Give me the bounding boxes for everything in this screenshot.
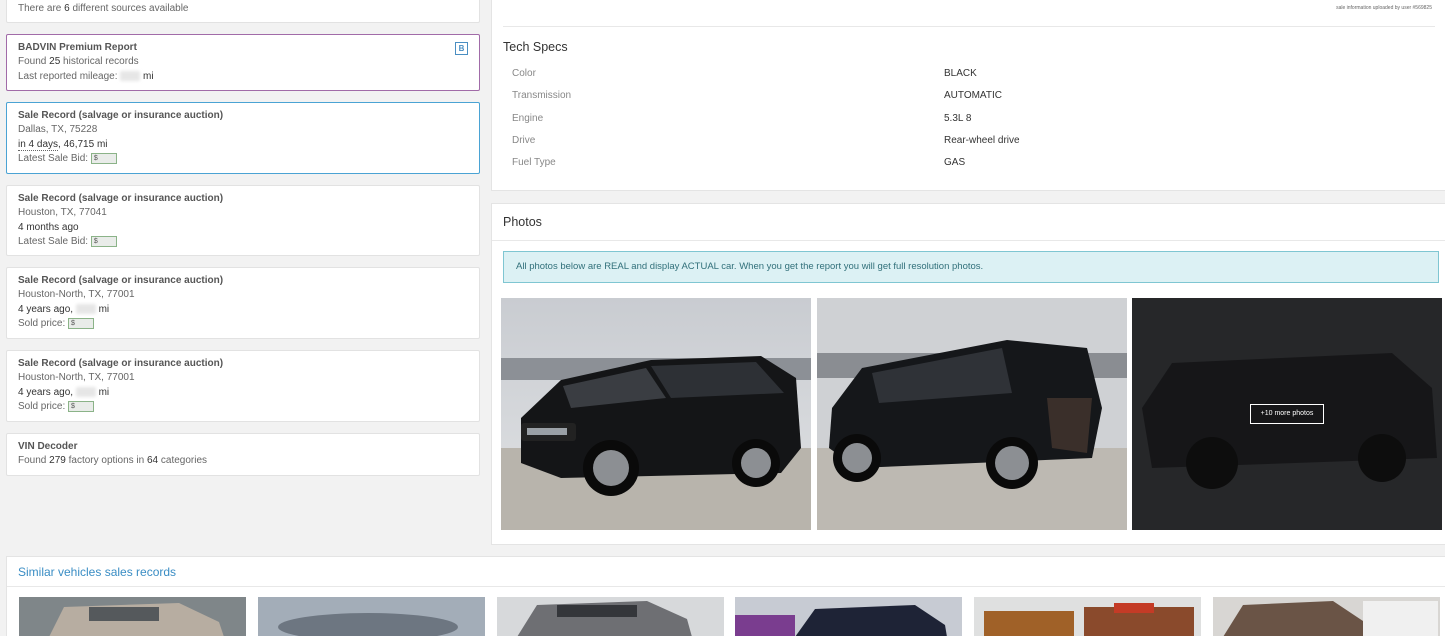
spec-value: GAS [944,157,966,168]
sale-record-card[interactable]: Sale Record (salvage or insurance auctio… [6,350,480,422]
tech-specs-panel: sale information uploaded by user #56982… [491,0,1445,191]
upload-note: sale information uploaded by user #56982… [1336,5,1432,11]
categories-count: 64 [146,455,159,467]
blurred-mileage [75,303,96,314]
similar-vehicles-title[interactable]: Similar vehicles sales records [18,565,176,579]
spec-value: Rear-wheel drive [944,135,1020,146]
sources-prefix: There are [18,3,65,14]
mileage-unit: mi [95,303,110,315]
photos-panel: Photos All photos below are REAL and dis… [491,203,1445,545]
vehicle-thumb-image [735,597,962,636]
found-prefix: Found [18,455,50,467]
record-title: Sale Record (salvage or insurance auctio… [18,110,224,121]
spec-label: Engine [512,113,544,124]
spec-value: BLACK [944,68,977,79]
car-photo-rear-image [817,298,1127,530]
options-middle: factory options in [65,455,147,467]
similar-vehicle-thumb[interactable] [497,597,724,636]
record-when: 4 years ago, [18,303,74,315]
record-title: Sale Record (salvage or insurance auctio… [18,358,224,369]
record-location: Dallas, TX, 75228 [18,124,98,136]
spec-value: 5.3L 8 [944,113,972,124]
car-photo[interactable] [817,298,1127,530]
similar-vehicles-panel: Similar vehicles sales records [6,556,1445,636]
mileage-unit: mi [140,70,154,82]
blurred-price: $ [90,152,117,164]
divider [492,240,1445,241]
similar-vehicle-thumb[interactable] [735,597,962,636]
blurred-mileage [120,70,141,81]
record-title: Sale Record (salvage or insurance auctio… [18,275,224,286]
spec-label: Transmission [512,90,572,101]
record-location: Houston-North, TX, 77001 [18,372,135,384]
spec-value: AUTOMATIC [944,90,1002,101]
record-title: Sale Record (salvage or insurance auctio… [18,193,224,204]
price-label: Latest Sale Bid: [18,152,91,164]
spec-label: Fuel Type [512,157,556,168]
sources-suffix: different sources available [69,3,189,14]
vehicle-thumb-image [974,597,1201,636]
mileage-unit: mi [95,386,110,398]
divider [503,26,1435,27]
tech-specs-title: Tech Specs [503,40,568,54]
similar-vehicle-thumb[interactable] [19,597,246,636]
car-photo-front-image [501,298,811,530]
record-location: Houston, TX, 77041 [18,207,107,219]
premium-found-count: 25 [49,56,61,68]
premium-report-card[interactable]: BADVIN Premium Report Found 25 historica… [6,34,480,91]
price-label: Latest Sale Bid: [18,235,91,247]
photos-title: Photos [503,215,542,229]
spec-label: Color [512,68,536,79]
similar-vehicle-thumb[interactable] [974,597,1201,636]
vehicle-thumb-image [258,597,485,636]
blurred-price: $ [90,235,117,247]
more-photos-button[interactable]: +10 more photos [1250,404,1324,424]
mileage-label: Last reported mileage: [18,70,121,82]
blurred-mileage [75,386,96,397]
vin-decoder-title: VIN Decoder [18,441,78,452]
vehicle-thumb-image [19,597,246,636]
photos-notice: All photos below are REAL and display AC… [503,251,1439,283]
premium-report-title: BADVIN Premium Report [18,42,137,53]
record-when: 4 months ago [18,221,79,233]
spec-label: Drive [512,135,536,146]
record-location: Houston-North, TX, 77001 [18,289,135,301]
record-when: in 4 days [18,138,59,151]
car-photo[interactable] [501,298,811,530]
similar-vehicle-thumb[interactable] [1213,597,1440,636]
vin-decoder-card[interactable]: VIN Decoder Found 279 factory options in… [6,433,480,476]
similar-vehicle-thumb[interactable] [258,597,485,636]
record-when: 4 years ago, [18,386,74,398]
vehicle-thumb-image [1213,597,1440,636]
vehicle-thumb-image [497,597,724,636]
badvin-badge-icon: B [455,42,468,55]
price-label: Sold price: [18,317,69,329]
blurred-price: $ [68,400,95,412]
blurred-price: $ [68,317,95,329]
categories-suffix: categories [158,455,208,467]
sale-record-card[interactable]: Sale Record (salvage or insurance auctio… [6,185,480,256]
sources-card: There are 6 different sources available [6,0,480,23]
sale-record-card[interactable]: Sale Record (salvage or insurance auctio… [6,267,480,339]
car-photo-more[interactable]: +10 more photos [1132,298,1442,530]
found-prefix: Found [18,56,50,68]
options-count: 279 [49,455,66,467]
divider [7,586,1445,587]
found-suffix: historical records [60,56,139,68]
price-label: Sold price: [18,400,69,412]
record-mileage: , 46,715 mi [58,138,108,150]
sale-record-card[interactable]: Sale Record (salvage or insurance auctio… [6,102,480,174]
